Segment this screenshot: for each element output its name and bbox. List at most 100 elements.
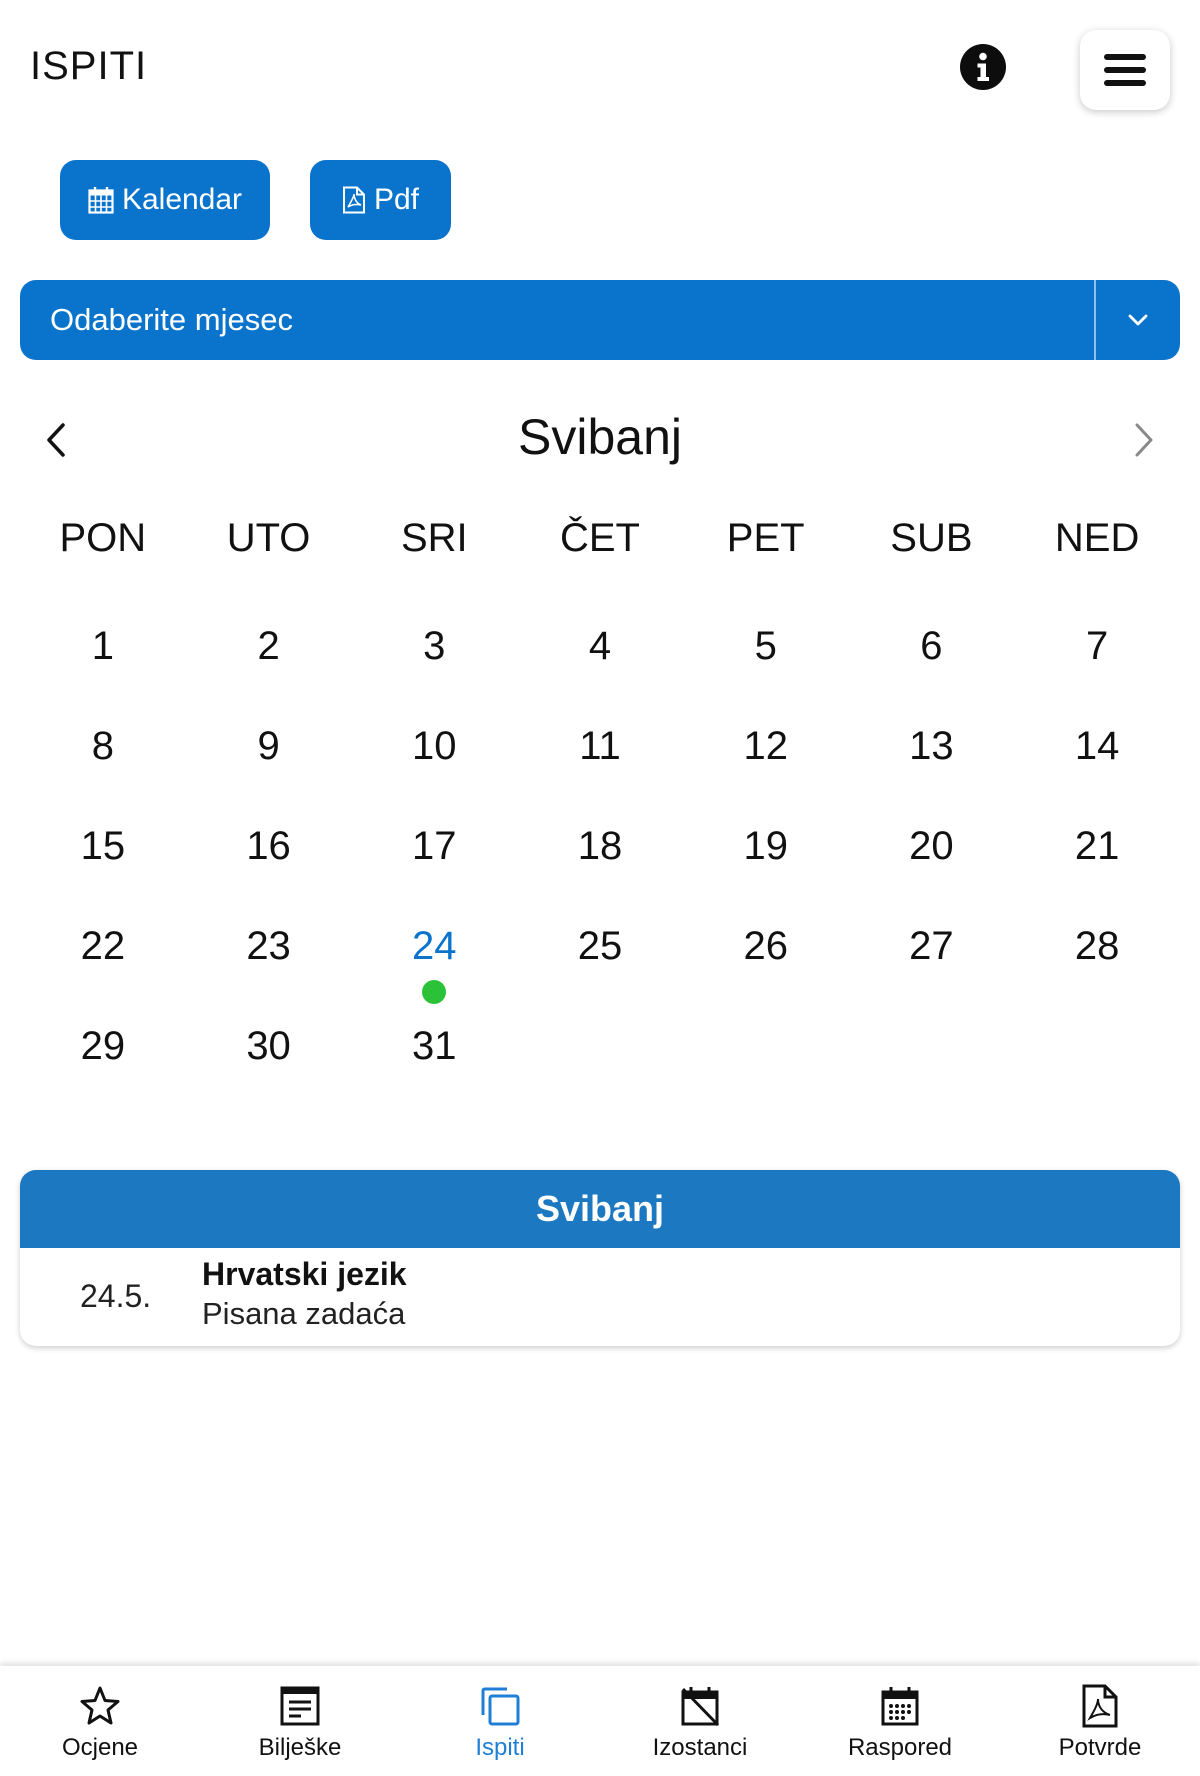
nav-item-izostanci[interactable]: Izostanci: [600, 1666, 800, 1776]
calendar-day-number: 7: [1086, 624, 1109, 668]
event-dot: [422, 980, 447, 1004]
calendar-day[interactable]: 13: [849, 724, 1015, 824]
exam-date: 24.5.: [80, 1278, 152, 1314]
calendar-day[interactable]: 23: [186, 924, 352, 1024]
calendar-day[interactable]: 11: [517, 724, 683, 824]
calendar-day[interactable]: 21: [1014, 824, 1180, 924]
nav-item-raspored[interactable]: Raspored: [800, 1666, 1000, 1776]
previous-month-button[interactable]: [36, 414, 76, 466]
calendar-day-number: 10: [412, 724, 457, 768]
calendar-day-number: 14: [1074, 724, 1120, 768]
weekday-label: NED: [1054, 516, 1140, 560]
calendar-day[interactable]: 10: [351, 724, 517, 824]
kalendar-button[interactable]: Kalendar: [60, 160, 270, 240]
exam-type: Pisana zadaća: [202, 1296, 406, 1331]
calendar-day[interactable]: 3: [351, 624, 517, 724]
nav-label: Potvrde: [1058, 1734, 1142, 1761]
calendar-day-number: 24: [412, 924, 457, 968]
nav-item-biljeske[interactable]: Bilješke: [200, 1666, 400, 1776]
calendar-day[interactable]: 9: [186, 724, 352, 824]
month-select-label: Odaberite mjesec: [50, 302, 293, 337]
dropdown-toggle[interactable]: [1094, 280, 1180, 360]
nav-label: Bilješke: [258, 1734, 342, 1761]
chevron-left-icon: [47, 423, 65, 457]
calendar-day[interactable]: 18: [517, 824, 683, 924]
weekday-label: UTO: [226, 516, 311, 560]
calendar-day[interactable]: 20: [849, 824, 1015, 924]
calendar-grid-icon: [881, 1687, 919, 1726]
menu-button[interactable]: [1080, 30, 1170, 110]
calendar-days-grid: 1 2 3 4 5 6 7 8 9 10 11 12 13 14 15 16 17 18 19 20 21 22 23 24 2…: [20, 624, 1180, 1124]
calendar-day-number: 4: [588, 624, 612, 668]
notes-icon: [280, 1686, 320, 1726]
calendar-day-number: 1: [91, 624, 114, 668]
calendar-day-number: 5: [754, 624, 777, 668]
pdf-file-icon: [342, 186, 365, 214]
calendar-day[interactable]: 25: [517, 924, 683, 1024]
hamburger-menu-icon: [1104, 54, 1146, 86]
calendar-day-number: 6: [920, 624, 943, 668]
nav-label: Ispiti: [475, 1734, 525, 1761]
weekday-label: SUB: [890, 516, 973, 560]
calendar-day[interactable]: 22: [20, 924, 186, 1024]
weekday-label: PET: [726, 516, 805, 560]
nav-label: Izostanci: [652, 1734, 748, 1761]
bottom-navigation: Ocjene Bilješke Ispiti Izostanci Raspore…: [0, 1666, 1200, 1776]
calendar-day[interactable]: 6: [849, 624, 1015, 724]
chevron-right-icon: [1135, 423, 1153, 457]
calendar-day[interactable]: 24: [351, 924, 517, 1024]
calendar-day[interactable]: 12: [683, 724, 849, 824]
calendar-day-number: 3: [423, 624, 446, 668]
calendar-day-number: 18: [577, 824, 623, 868]
month-select[interactable]: Odaberite mjesec: [20, 280, 1180, 360]
copy-icon: [481, 1687, 520, 1726]
chevron-down-icon: [1128, 314, 1148, 326]
calendar-day-number: 20: [909, 824, 954, 868]
calendar-day[interactable]: 7: [1014, 624, 1180, 724]
nav-item-ocjene[interactable]: Ocjene: [0, 1666, 200, 1776]
calendar-day-number: 16: [246, 824, 291, 868]
calendar-day-number: 21: [1074, 824, 1120, 868]
next-month-button[interactable]: [1124, 414, 1164, 466]
calendar-day[interactable]: 26: [683, 924, 849, 1024]
calendar-day[interactable]: 31: [351, 1024, 517, 1124]
info-icon: [977, 52, 989, 81]
calendar-day-number: 30: [246, 1024, 291, 1068]
calendar-day[interactable]: 4: [517, 624, 683, 724]
calendar-day-number: 12: [743, 724, 788, 768]
kalendar-label: Kalendar: [121, 183, 243, 216]
calendar-day[interactable]: 29: [20, 1024, 186, 1124]
calendar-day-number: 9: [257, 724, 280, 768]
calendar-day[interactable]: 1: [20, 624, 186, 724]
weekday-label: SRI: [400, 516, 468, 560]
page-title: ISPITI: [30, 44, 148, 88]
calendar-day[interactable]: 2: [186, 624, 352, 724]
calendar-day-number: 2: [257, 624, 280, 668]
calendar-day[interactable]: 28: [1014, 924, 1180, 1024]
calendar-day[interactable]: 19: [683, 824, 849, 924]
calendar-day[interactable]: 16: [186, 824, 352, 924]
calendar-day[interactable]: 5: [683, 624, 849, 724]
calendar-day[interactable]: 8: [20, 724, 186, 824]
nav-label: Ocjene: [61, 1734, 139, 1761]
exam-item[interactable]: 24.5. Hrvatski jezik Pisana zadaća: [20, 1248, 1180, 1346]
calendar-day-number: 13: [909, 724, 954, 768]
calendar-day-number: 31: [412, 1024, 457, 1068]
pdf-button[interactable]: Pdf: [310, 160, 451, 240]
calendar-day[interactable]: 14: [1014, 724, 1180, 824]
nav-item-ispiti[interactable]: Ispiti: [400, 1666, 600, 1776]
calendar-day-number: 19: [743, 824, 788, 868]
calendar-icon: [88, 187, 114, 214]
info-button[interactable]: [960, 44, 1006, 90]
calendar-day[interactable]: 30: [186, 1024, 352, 1124]
calendar-day[interactable]: 27: [849, 924, 1015, 1024]
calendar-day-number: 8: [91, 724, 114, 768]
calendar-day[interactable]: 15: [20, 824, 186, 924]
calendar-day-number: 11: [579, 724, 621, 768]
calendar-day-number: 27: [909, 924, 954, 968]
calendar-day-number: 22: [80, 924, 126, 968]
nav-label: Raspored: [847, 1734, 953, 1761]
nav-item-potvrde[interactable]: Potvrde: [1000, 1666, 1200, 1776]
calendar-day[interactable]: 17: [351, 824, 517, 924]
star-icon: [80, 1686, 120, 1725]
